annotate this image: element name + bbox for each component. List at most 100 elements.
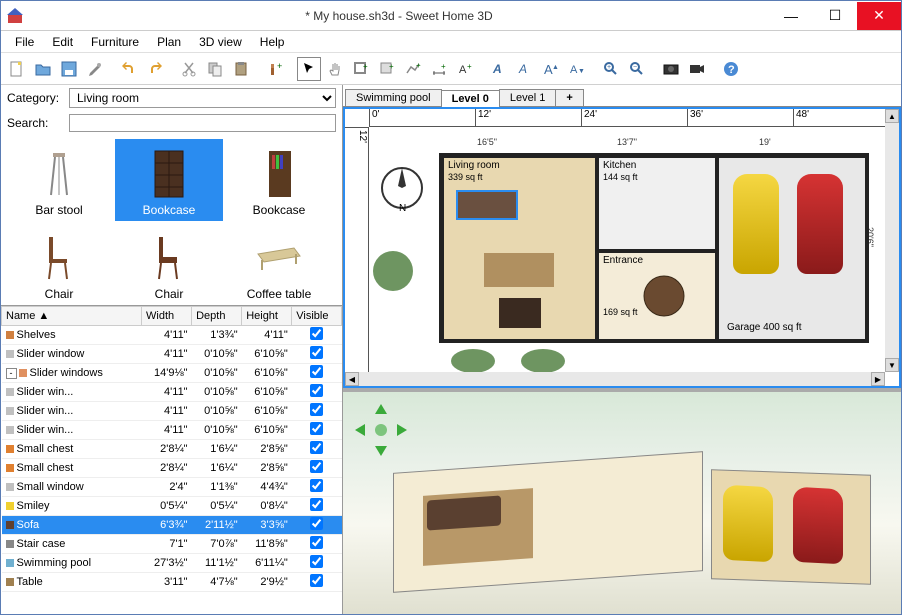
menu-3dview[interactable]: 3D view [191,33,250,51]
selected-sofa[interactable] [456,190,518,220]
table-row[interactable]: Shelves4'11"1'3¾"4'11" [2,326,342,345]
help-button[interactable]: ? [719,57,743,81]
add-furniture-button[interactable]: + [263,57,287,81]
table-row[interactable]: Small window2'4"1'1⅜"4'4¾" [2,478,342,497]
create-rooms-tool[interactable]: + [375,57,399,81]
menu-file[interactable]: File [7,33,42,51]
svg-text:+: + [389,62,394,71]
redo-button[interactable] [143,57,167,81]
create-dimensions-tool[interactable]: + [427,57,451,81]
visible-checkbox[interactable] [310,574,323,587]
tab-level0[interactable]: Level 0 [441,90,500,107]
rug[interactable] [484,253,554,287]
room-garage[interactable]: Garage 400 sq ft [717,156,867,341]
table-row[interactable]: Small chest2'8¼"1'6¼"2'8⅝" [2,459,342,478]
maximize-button[interactable]: ☐ [813,2,857,30]
visible-checkbox[interactable] [310,555,323,568]
table-row[interactable]: -Slider windows14'9⅛"0'10⅝"6'10⅝" [2,364,342,383]
tree-expand-icon[interactable]: - [6,368,17,379]
room-living[interactable]: Living room 339 sq ft [442,156,597,341]
visible-checkbox[interactable] [310,327,323,340]
copy-button[interactable] [203,57,227,81]
tab-level1[interactable]: Level 1 [499,89,556,106]
save-button[interactable] [57,57,81,81]
catalog-item-coffeetable[interactable]: Coffee table [225,223,333,305]
visible-checkbox[interactable] [310,460,323,473]
visible-checkbox[interactable] [310,403,323,416]
tab-add[interactable]: + [555,89,583,106]
text-italic-button[interactable]: A [513,57,537,81]
room-kitchen[interactable]: Kitchen 144 sq ft [597,156,717,251]
close-button[interactable]: ✕ [857,2,901,30]
zoom-out-button[interactable]: − [625,57,649,81]
tab-swimmingpool[interactable]: Swimming pool [345,89,442,106]
svg-text:A: A [459,64,467,76]
minimize-button[interactable]: — [769,2,813,30]
zoom-in-button[interactable]: + [599,57,623,81]
create-text-tool[interactable]: A+ [453,57,477,81]
furniture-icon [6,426,14,434]
col-depth[interactable]: Depth [192,307,242,326]
furniture-list[interactable]: Name ▲ Width Depth Height Visible Shelve… [1,306,342,614]
pan-tool[interactable] [323,57,347,81]
paste-button[interactable] [229,57,253,81]
table-row[interactable]: Slider win...4'11"0'10⅝"6'10⅝" [2,402,342,421]
table-row[interactable]: Slider win...4'11"0'10⅝"6'10⅝" [2,383,342,402]
table-row[interactable]: Swimming pool27'3½"11'1½"6'11¼" [2,554,342,573]
create-photo-button[interactable] [659,57,683,81]
open-button[interactable] [31,57,55,81]
visible-checkbox[interactable] [310,479,323,492]
category-select[interactable]: Living room [69,88,336,108]
table-row[interactable]: Sofa6'3¾"2'11½"3'3⅝" [2,516,342,535]
text-increase-button[interactable]: A▲ [539,57,563,81]
staircase-icon[interactable] [639,271,689,321]
visible-checkbox[interactable] [310,498,323,511]
visible-checkbox[interactable] [310,536,323,549]
plan-h-scrollbar[interactable]: ◀▶ [345,372,885,386]
room-entrance[interactable]: Entrance 169 sq ft [597,251,717,341]
table-row[interactable]: Slider window4'11"0'10⅝"6'10⅝" [2,345,342,364]
catalog-item-barstool[interactable]: Bar stool [5,139,113,221]
menu-help[interactable]: Help [252,33,293,51]
catalog-item-chair2[interactable]: Chair [115,223,223,305]
plan-v-scrollbar[interactable]: ▲▼ [885,109,899,372]
create-video-button[interactable] [685,57,709,81]
col-height[interactable]: Height [242,307,292,326]
undo-button[interactable] [117,57,141,81]
menu-furniture[interactable]: Furniture [83,33,147,51]
search-input[interactable] [69,114,336,132]
view-3d[interactable] [343,388,901,614]
col-name[interactable]: Name ▲ [2,307,142,326]
text-bold-button[interactable]: A [487,57,511,81]
create-walls-tool[interactable]: + [349,57,373,81]
table-row[interactable]: Stair case7'1"7'0⅞"11'8⅝" [2,535,342,554]
plan-area[interactable]: N 16'5" 13'7" 19' 20'6" Living room 339 … [369,127,885,372]
menu-plan[interactable]: Plan [149,33,189,51]
catalog-item-bookcase2[interactable]: Bookcase [225,139,333,221]
preferences-button[interactable] [83,57,107,81]
text-decrease-button[interactable]: A▼ [565,57,589,81]
visible-checkbox[interactable] [310,441,323,454]
create-polylines-tool[interactable]: + [401,57,425,81]
catalog-item-chair[interactable]: Chair [5,223,113,305]
table-row[interactable]: Slider win...4'11"0'10⅝"6'10⅝" [2,421,342,440]
table-row[interactable]: Small chest2'8¼"1'6¼"2'8⅝" [2,440,342,459]
col-width[interactable]: Width [142,307,192,326]
menu-edit[interactable]: Edit [44,33,81,51]
car-red[interactable] [797,174,843,274]
visible-checkbox[interactable] [310,517,323,530]
car-yellow[interactable] [733,174,779,274]
visible-checkbox[interactable] [310,422,323,435]
plan-view[interactable]: 12' 0' 12' 24' 36' 48' N 16'5" 13'7" 19'… [343,107,901,388]
select-tool[interactable] [297,57,321,81]
catalog-item-bookcase[interactable]: Bookcase [115,139,223,221]
table-row[interactable]: Table3'11"4'7⅛"2'9½" [2,573,342,592]
visible-checkbox[interactable] [310,365,323,378]
table[interactable] [499,298,541,328]
visible-checkbox[interactable] [310,384,323,397]
col-visible[interactable]: Visible [292,307,342,326]
cut-button[interactable] [177,57,201,81]
visible-checkbox[interactable] [310,346,323,359]
table-row[interactable]: Smiley0'5¼"0'5¼"0'8¼" [2,497,342,516]
new-button[interactable] [5,57,29,81]
